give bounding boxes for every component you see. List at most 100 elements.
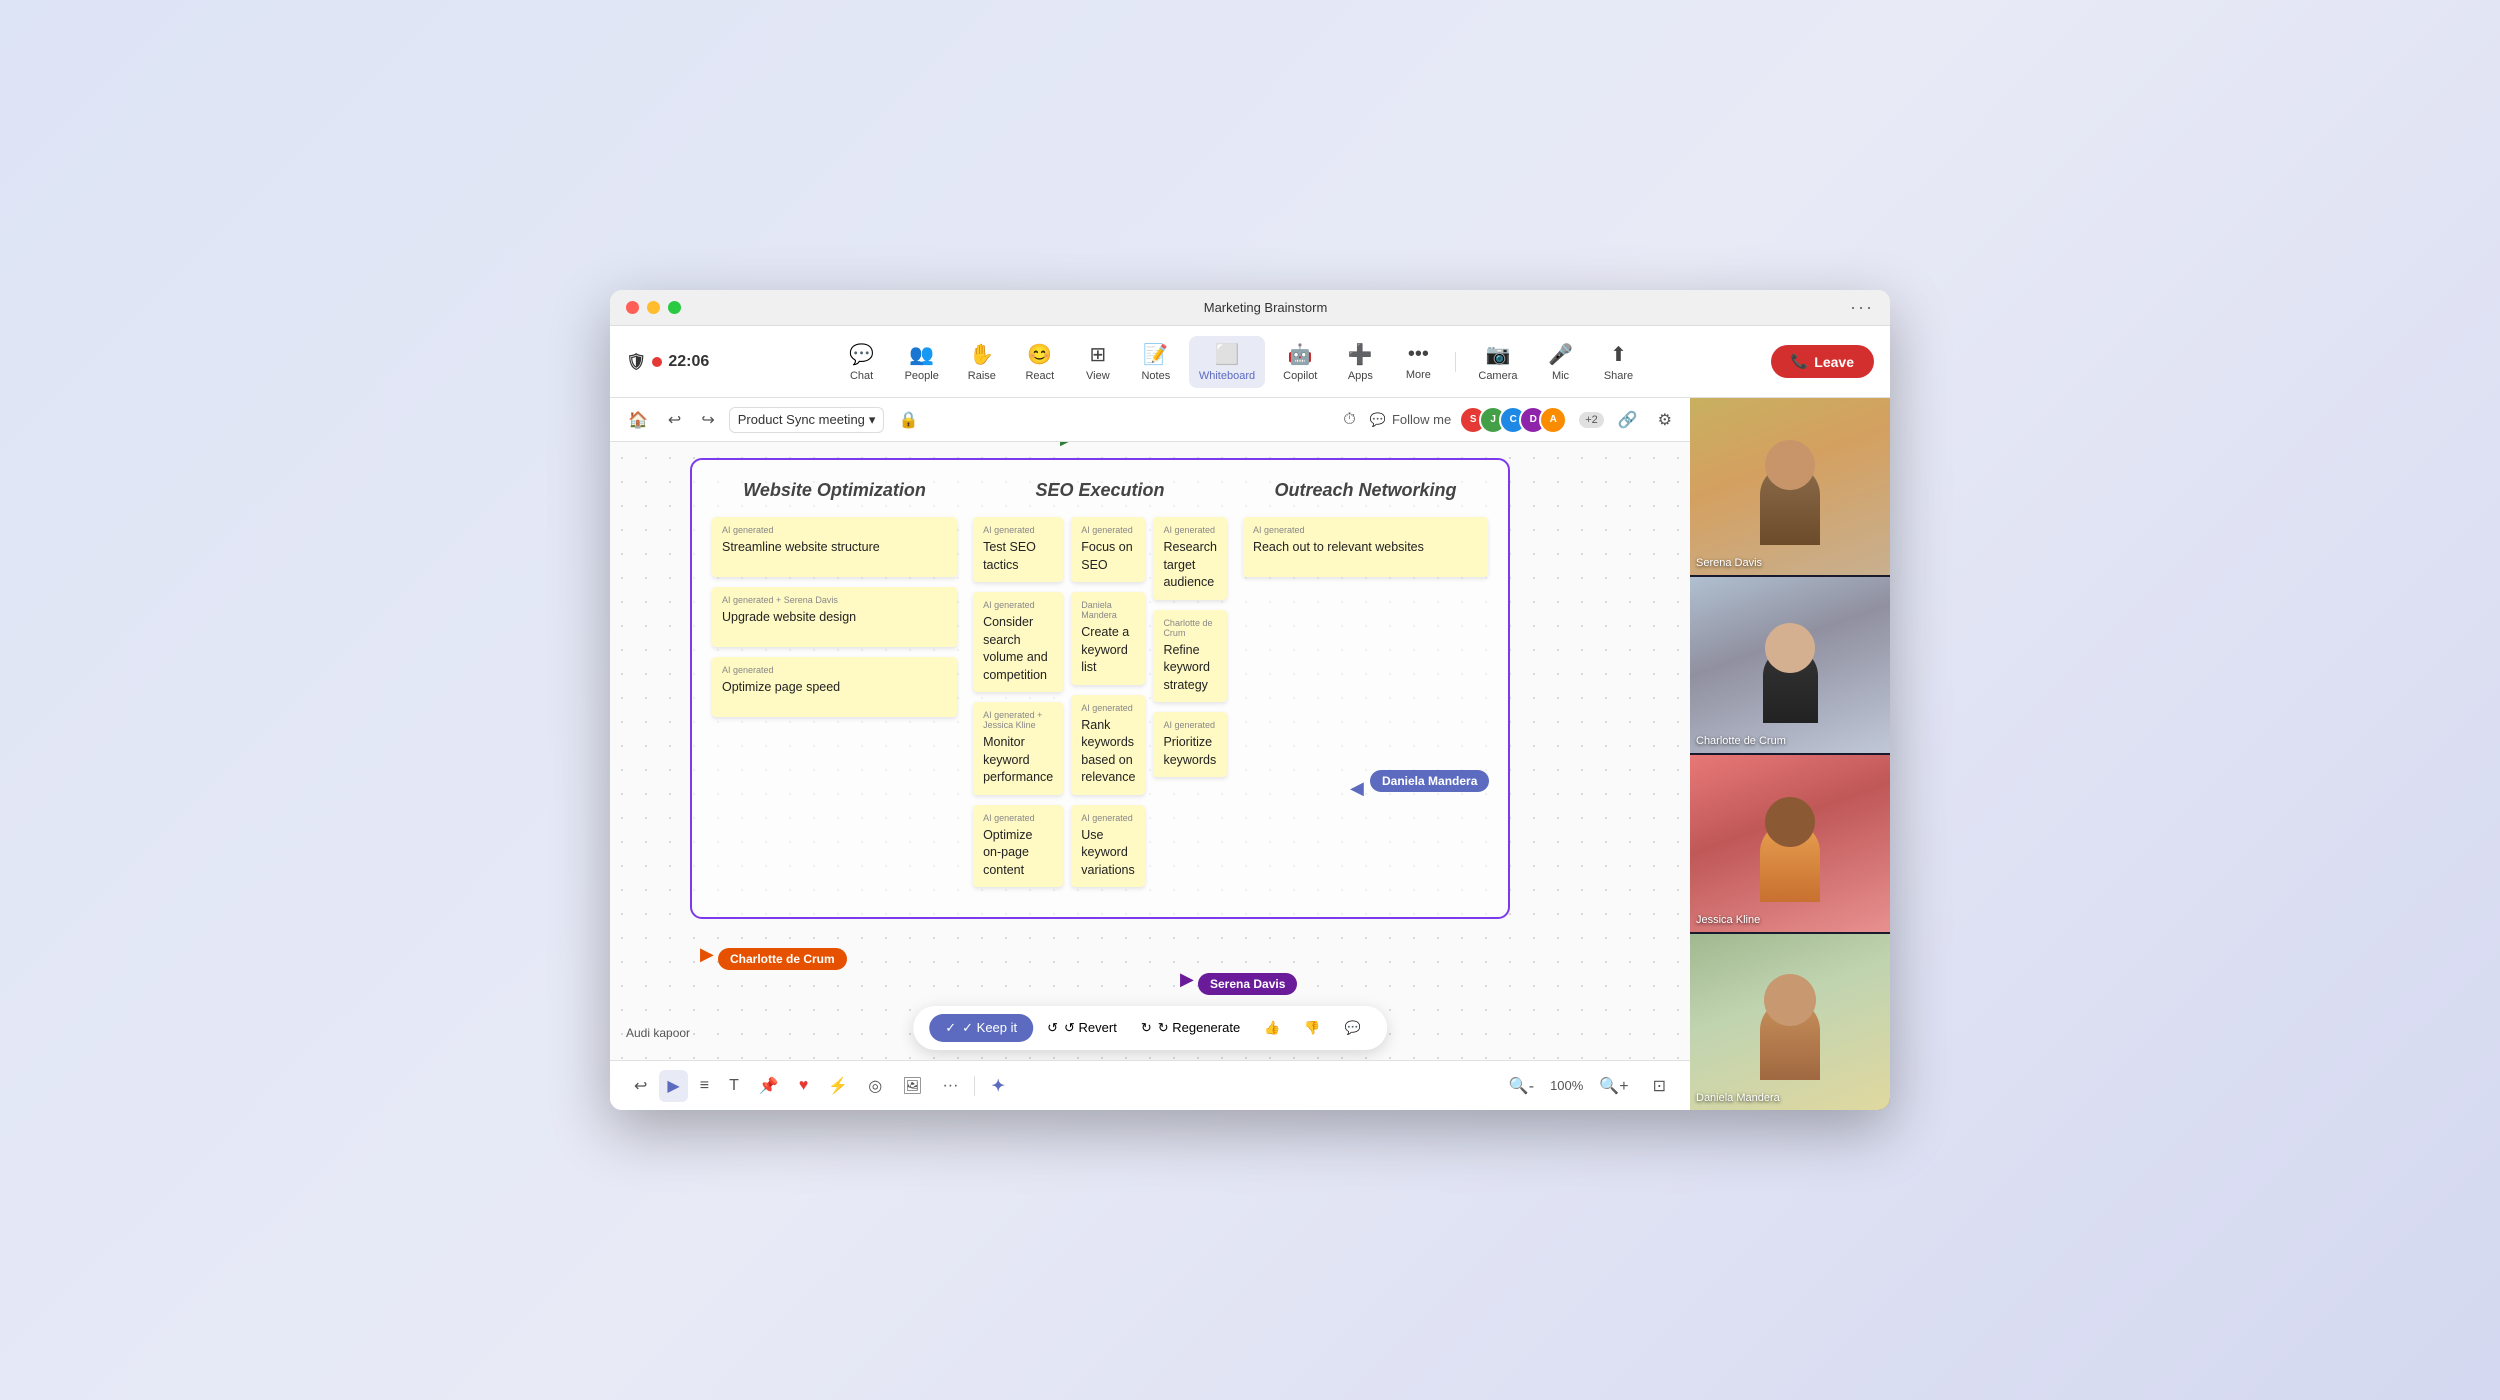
col-seo-execution: SEO Execution AI generated Test SEO tact…: [973, 480, 1227, 897]
col-outreach: Outreach Networking AI generated Reach o…: [1243, 480, 1488, 897]
share-link-icon[interactable]: 🔗: [1612, 406, 1644, 434]
video-tile-charlotte[interactable]: Charlotte de Crum: [1690, 577, 1890, 754]
meeting-name-dropdown[interactable]: Product Sync meeting ▾: [729, 407, 885, 433]
card-label: Charlotte de Crum: [1163, 618, 1217, 638]
select-tool[interactable]: ▶: [659, 1070, 687, 1102]
card-keyword-variations[interactable]: AI generated Use keyword variations: [1071, 805, 1145, 888]
ai-tool[interactable]: ✦: [983, 1070, 1012, 1102]
zoom-level: 100%: [1550, 1078, 1583, 1093]
undo-button[interactable]: ↩: [662, 406, 687, 434]
react-button[interactable]: 😊 React: [1015, 336, 1065, 388]
view-button[interactable]: ⊞ View: [1073, 336, 1123, 388]
notes-button[interactable]: 📝 Notes: [1131, 336, 1181, 388]
ai-action-bar: ✓ ✓ Keep it ↺ ↺ Revert ↻ ↻ Regenerate 👍 …: [913, 1006, 1387, 1050]
format-tool[interactable]: ≡: [692, 1071, 717, 1101]
whiteboard-button[interactable]: ⬜ Whiteboard: [1189, 336, 1265, 388]
minimize-button[interactable]: [647, 301, 660, 314]
more-tools[interactable]: ···: [934, 1071, 966, 1101]
whiteboard-nav: 🏠 ↩ ↪ Product Sync meeting ▾ 🔒 ⏱ 💬 Follo…: [610, 398, 1690, 442]
mic-label: Mic: [1552, 370, 1569, 382]
share-button[interactable]: ⬆ Share: [1594, 336, 1644, 388]
video-tile-serena[interactable]: Serena Davis: [1690, 398, 1890, 575]
card-monitor[interactable]: AI generated + Jessica Kline Monitor key…: [973, 702, 1063, 795]
settings-icon[interactable]: ⚙: [1652, 406, 1678, 434]
more-button[interactable]: ••• More: [1393, 337, 1443, 387]
card-text: Create a keyword list: [1081, 624, 1135, 677]
main-area: 🏠 ↩ ↪ Product Sync meeting ▾ 🔒 ⏱ 💬 Follo…: [610, 398, 1890, 1110]
serena-cursor: ▶ Serena Davis: [1180, 969, 1194, 990]
whiteboard-canvas[interactable]: 🏠 ↩ ↪ Product Sync meeting ▾ 🔒 ⏱ 💬 Follo…: [610, 398, 1690, 1110]
card-research[interactable]: AI generated Research target audience: [1153, 517, 1227, 600]
video-tile-daniela[interactable]: Daniela Mandera: [1690, 934, 1890, 1111]
card-consider[interactable]: AI generated Consider search volume and …: [973, 592, 1063, 692]
card-text: Monitor keyword performance: [983, 734, 1053, 787]
raise-button[interactable]: ✋ Raise: [957, 336, 1007, 388]
card-refine[interactable]: Charlotte de Crum Refine keyword strateg…: [1153, 610, 1227, 703]
people-button[interactable]: 👥 People: [895, 336, 949, 388]
copilot-icon: 🤖: [1288, 342, 1313, 367]
lock-icon[interactable]: 🔒: [892, 406, 924, 434]
react-tool[interactable]: ♥: [791, 1071, 817, 1101]
regenerate-icon: ↻: [1141, 1020, 1152, 1036]
card-label: AI generated: [1163, 525, 1217, 535]
thumbs-down-button[interactable]: 👎: [1294, 1014, 1330, 1042]
camera-button[interactable]: 📷 Camera: [1468, 336, 1527, 388]
copilot-tool[interactable]: ⚡: [820, 1070, 856, 1102]
redo-button[interactable]: ↪: [695, 406, 720, 434]
card-text: Rank keywords based on relevance: [1081, 717, 1135, 787]
leave-icon: 📞: [1791, 353, 1808, 370]
video-tile-jessica[interactable]: Jessica Kline: [1690, 755, 1890, 932]
zoom-in-button[interactable]: 🔍+: [1591, 1070, 1636, 1102]
thumbs-up-button[interactable]: 👍: [1254, 1014, 1290, 1042]
keep-button[interactable]: ✓ ✓ Keep it: [929, 1014, 1033, 1042]
card-reach-out[interactable]: AI generated Reach out to relevant websi…: [1243, 517, 1488, 577]
copilot-button[interactable]: 🤖 Copilot: [1273, 336, 1327, 388]
card-upgrade[interactable]: AI generated + Serena Davis Upgrade webs…: [712, 587, 957, 647]
mic-button[interactable]: 🎤 Mic: [1536, 336, 1586, 388]
fit-screen-button[interactable]: ⊡: [1645, 1070, 1674, 1102]
card-label: AI generated: [983, 600, 1053, 610]
maximize-button[interactable]: [668, 301, 681, 314]
text-tool[interactable]: T: [721, 1071, 747, 1101]
more-icon: •••: [1408, 343, 1429, 366]
video-name-daniela: Daniela Mandera: [1696, 1092, 1780, 1104]
revert-button[interactable]: ↺ ↺ Revert: [1037, 1014, 1127, 1042]
sticky-tool[interactable]: 📌: [751, 1070, 787, 1102]
main-toolbar: 🛡 22:06 💬 Chat 👥 People ✋ Raise 😊 React: [610, 326, 1890, 398]
card-keyword-list[interactable]: Daniela Mandera Create a keyword list: [1071, 592, 1145, 685]
home-button[interactable]: 🏠: [622, 406, 654, 434]
card-text: Upgrade website design: [722, 609, 947, 627]
card-optimize-speed[interactable]: AI generated Optimize page speed: [712, 657, 957, 717]
col-title-website: Website Optimization: [712, 480, 957, 501]
people-icon: 👥: [909, 342, 934, 367]
toolbar-center: 💬 Chat 👥 People ✋ Raise 😊 React ⊞ View 📝: [837, 336, 1644, 388]
kanban-board: Website Optimization AI generated Stream…: [690, 458, 1510, 919]
card-rank-keywords[interactable]: AI generated Rank keywords based on rele…: [1071, 695, 1145, 795]
regenerate-button[interactable]: ↻ ↻ Regenerate: [1131, 1014, 1250, 1042]
card-text: Research target audience: [1163, 539, 1217, 592]
window-menu[interactable]: ···: [1850, 297, 1874, 318]
card-focus-seo[interactable]: AI generated Focus on SEO: [1071, 517, 1145, 582]
timer-display: 🛡 22:06: [626, 352, 709, 372]
follow-me-button[interactable]: 💬 Follow me: [1370, 412, 1451, 428]
copilot-label: Copilot: [1283, 370, 1317, 382]
card-streamline[interactable]: AI generated Streamline website structur…: [712, 517, 957, 577]
feedback-button[interactable]: 💬: [1335, 1014, 1371, 1042]
shapes-tool[interactable]: ◎: [860, 1070, 890, 1102]
more-label: More: [1406, 369, 1431, 381]
recording-indicator: [652, 357, 662, 367]
card-prioritize[interactable]: AI generated Prioritize keywords: [1153, 712, 1227, 777]
card-test-seo[interactable]: AI generated Test SEO tactics: [973, 517, 1063, 582]
image-tool[interactable]: 🖼: [894, 1070, 930, 1102]
card-text: Streamline website structure: [722, 539, 947, 557]
leave-button[interactable]: 📞 Leave: [1771, 345, 1874, 378]
card-optimize-page[interactable]: AI generated Optimize on-page content: [973, 805, 1063, 888]
undo-tool[interactable]: ↩: [626, 1070, 655, 1102]
apps-button[interactable]: ➕ Apps: [1335, 336, 1385, 388]
close-button[interactable]: [626, 301, 639, 314]
zoom-out-button[interactable]: 🔍-: [1501, 1070, 1542, 1102]
timer-icon[interactable]: ⏱: [1337, 407, 1361, 433]
chat-button[interactable]: 💬 Chat: [837, 336, 887, 388]
card-text: Test SEO tactics: [983, 539, 1053, 574]
keep-label: ✓ Keep it: [962, 1020, 1017, 1036]
